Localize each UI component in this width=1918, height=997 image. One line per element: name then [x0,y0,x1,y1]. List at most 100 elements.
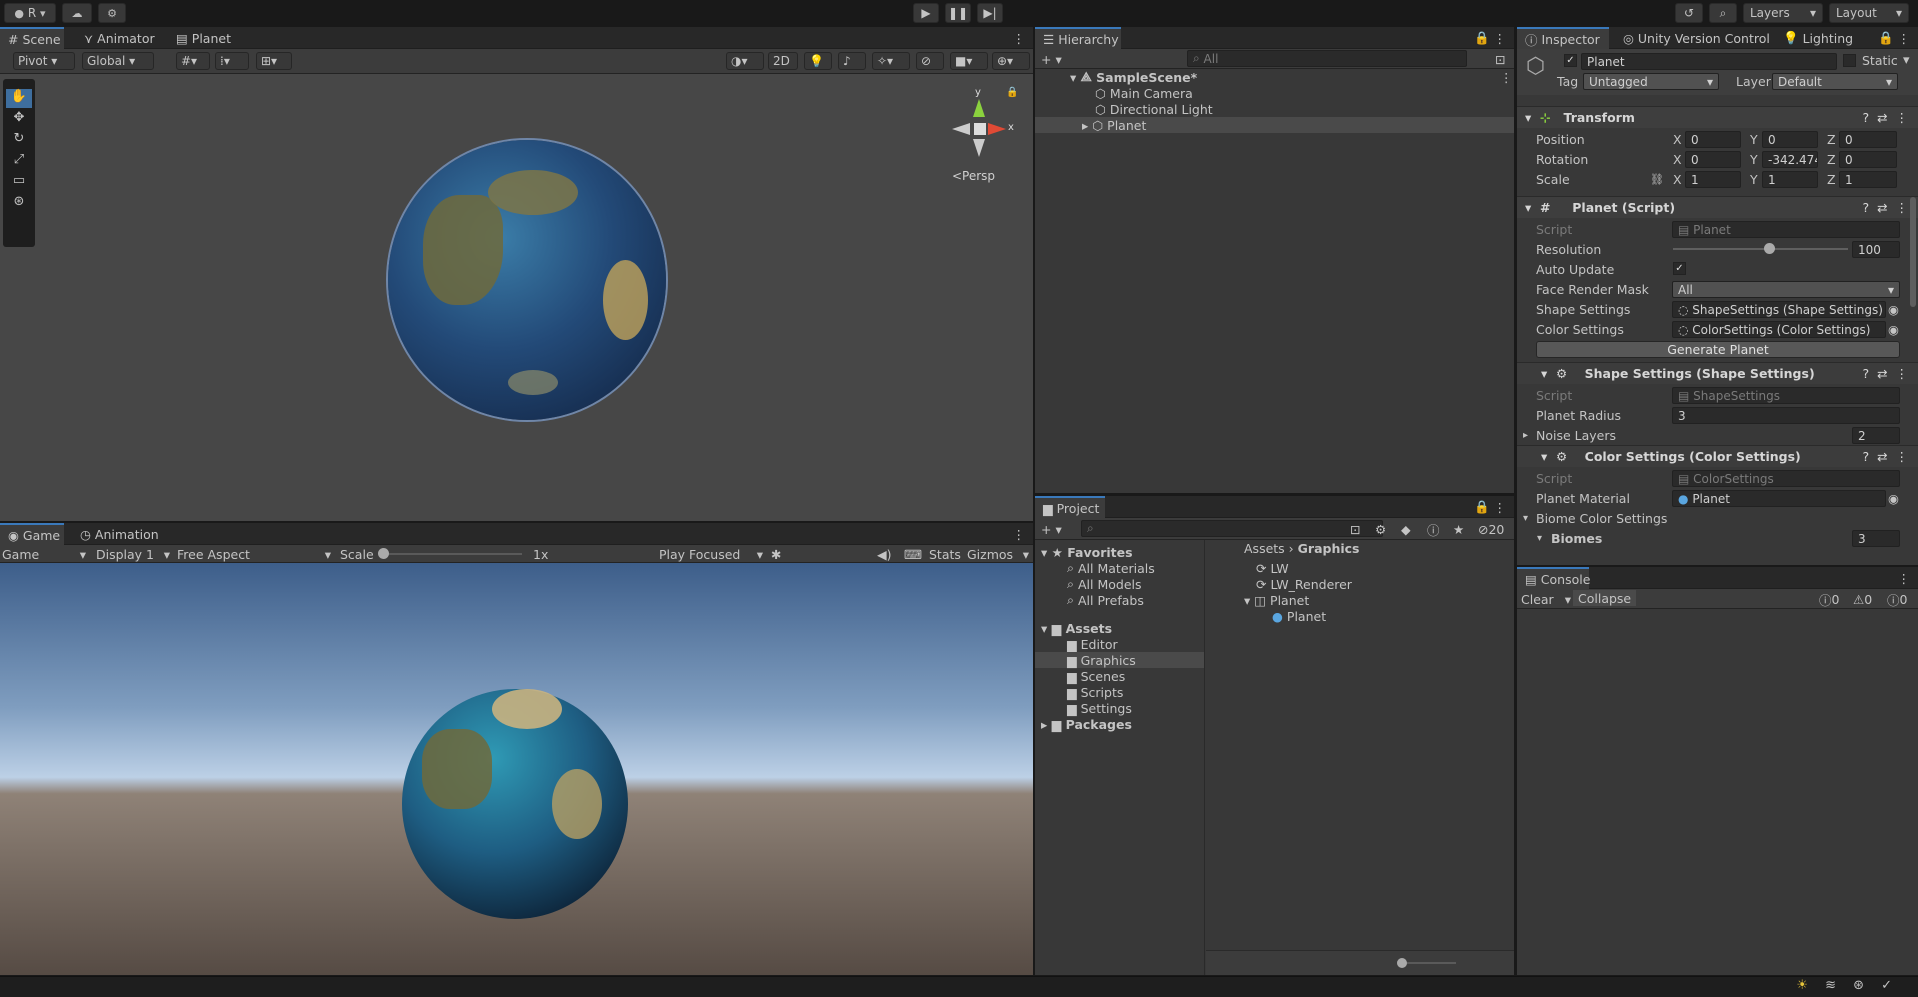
resolution-input[interactable]: 100 [1852,241,1900,258]
rect-tool-icon[interactable]: ▭ [6,173,32,192]
effects-toggle[interactable]: ✧▾ [872,52,910,70]
label-icon[interactable]: ◆ [1401,521,1411,537]
transform-header[interactable]: ▾ ⊹ Transform ? ⇄ ⋮ [1517,106,1918,128]
gizmos-dropdown[interactable]: Gizmos ▾ [967,546,1029,562]
pause-button[interactable]: ❚❚ [945,3,971,23]
inspector-menu-icon[interactable]: ⋮ [1890,27,1918,49]
biomes-count[interactable]: 3 [1852,530,1900,547]
play-focused-dropdown[interactable]: Play Focused ▾ [659,546,763,562]
hidden-packages-toggle[interactable]: ⊘ 20 [1478,521,1504,537]
position-y-input[interactable]: 0 [1762,131,1818,148]
move-tool-icon[interactable]: ✥ [6,110,32,129]
object-picker-icon[interactable]: ◉ [1888,322,1899,337]
cache-server-icon[interactable]: ≋ [1825,978,1836,993]
shape-settings-field[interactable]: ◌ ShapeSettings (Shape Settings) [1672,301,1886,318]
hand-tool-icon[interactable]: ✋ [6,89,32,108]
shape-settings-header[interactable]: ▾ ⚙ Shape Settings (Shape Settings) ? ⇄ … [1517,362,1918,384]
folder-editor[interactable]: ▆ Editor [1067,636,1118,652]
display-dropdown[interactable]: Display 1 ▾ [96,546,170,562]
rotation-x-input[interactable]: 0 [1685,151,1741,168]
tab-game[interactable]: ◉ Game [0,523,64,545]
script-field[interactable]: ▤ Planet [1672,221,1900,238]
biome-color-settings-row[interactable]: ▾ Biome Color Settings [1517,508,1918,528]
info-icon[interactable]: ⓘ [1427,521,1440,538]
position-z-input[interactable]: 0 [1839,131,1897,148]
tab-planet[interactable]: ▤ Planet [168,27,239,49]
component-menu-icon[interactable]: ? ⇄ ⋮ [1862,366,1908,381]
layers-dropdown[interactable]: Layers ▾ [1743,3,1823,23]
aspect-dropdown[interactable]: Free Aspect ▾ [177,546,331,562]
create-asset-button[interactable]: + ▾ [1041,521,1062,537]
draw-mode-button[interactable]: ◑▾ [726,52,764,70]
bug-icon[interactable]: ✱ [771,546,781,562]
scale-x-input[interactable]: 1 [1685,171,1741,188]
game-view-dropdown[interactable]: Game ▾ [2,546,86,562]
folder-scripts[interactable]: ▆ Scripts [1067,684,1123,700]
file-lw-renderer[interactable]: ⟳ LW_Renderer [1256,576,1352,592]
align-button[interactable]: ⊞▾ [256,52,292,70]
status-check-icon[interactable]: ✓ [1881,978,1892,993]
resolution-slider[interactable] [1673,243,1848,254]
scale-y-input[interactable]: 1 [1762,171,1818,188]
active-checkbox[interactable]: ✓ [1564,54,1577,67]
account-dropdown[interactable]: ● R ▾ [4,3,56,23]
error-filter[interactable]: ⓘ 0 [1887,591,1907,608]
hierarchy-search-input[interactable]: ⌕ All [1187,50,1467,67]
scene-menu-icon[interactable]: ⋮ [1005,27,1034,49]
noise-layers-count[interactable]: 2 [1852,427,1900,444]
component-menu-icon[interactable]: ? ⇄ ⋮ [1862,449,1908,464]
snap-increment-button[interactable]: ⁞▾ [215,52,249,70]
rotation-y-input[interactable]: -342.474 [1762,151,1818,168]
tab-hierarchy[interactable]: ☰ Hierarchy [1035,27,1121,49]
tab-animation[interactable]: ◷ Animation [72,523,167,545]
camera-toggle[interactable]: ■▾ [950,52,988,70]
layer-dropdown[interactable]: Default ▾ [1772,73,1898,90]
folder-graphics[interactable]: ▆ Graphics [1035,652,1204,668]
fav-all-models[interactable]: ⌕ All Models [1067,576,1142,592]
visibility-toggle[interactable]: ⊘ [916,52,944,70]
audio-toggle[interactable]: ♪ [838,52,866,70]
cloud-button[interactable]: ☁ [62,3,92,23]
project-menu-icon[interactable]: ⋮ [1486,496,1515,518]
transform-tool-icon[interactable]: ⊛ [6,194,32,213]
scale-slider[interactable] [378,548,522,559]
folder-settings[interactable]: ▆ Settings [1067,700,1132,716]
x-axis-cone[interactable] [988,123,1006,135]
folder-scenes[interactable]: ▆ Scenes [1067,668,1125,684]
scale-tool-icon[interactable]: ⤢ [6,152,32,171]
debug-mode-icon[interactable]: ⊛ [1853,978,1864,993]
object-picker-icon[interactable]: ◉ [1888,302,1899,317]
y-axis-cone[interactable] [973,99,985,117]
gizmos-toggle[interactable]: ⊕▾ [992,52,1030,70]
star-icon[interactable]: ★ [1453,521,1464,537]
color-settings-field[interactable]: ◌ ColorSettings (Color Settings) [1672,321,1886,338]
planet-script-header[interactable]: ▾ # Planet (Script) ? ⇄ ⋮ [1517,196,1918,218]
gizmo-center-cube[interactable] [974,123,986,135]
favorites-item[interactable]: ▾ ★ Favorites [1041,544,1133,560]
scene-root-item[interactable]: ▾ ⟁ SampleScene* [1070,69,1197,85]
tab-animator[interactable]: ⋎ Animator [76,27,163,49]
lighting-toggle[interactable]: 💡 [804,52,832,70]
planet-material-field[interactable]: ● Planet [1672,490,1886,507]
component-menu-icon[interactable]: ? ⇄ ⋮ [1862,110,1908,125]
biomes-row[interactable]: ▾ Biomes 3 [1517,528,1918,548]
tab-version-control[interactable]: ◎ Unity Version Control [1615,27,1778,49]
object-name-input[interactable]: Planet [1581,53,1837,70]
collab-button[interactable]: ⚙ [98,3,126,23]
game-menu-icon[interactable]: ⋮ [1005,523,1034,545]
auto-generate-lighting-icon[interactable]: ☀ [1796,978,1808,993]
hierarchy-menu-icon[interactable]: ⋮ [1486,27,1515,49]
scene-menu-icon[interactable]: ⋮ [1500,69,1513,85]
color-script-field[interactable]: ▤ ColorSettings [1672,470,1900,487]
mode-2d-button[interactable]: 2D [768,52,798,70]
file-lw[interactable]: ⟳ LW [1256,560,1289,576]
component-menu-icon[interactable]: ? ⇄ ⋮ [1862,200,1908,215]
filter-type-icon[interactable]: ⚙ [1375,521,1386,537]
view-gizmo[interactable]: y x <Persp [940,87,1014,187]
hierarchy-item-planet[interactable]: ▸ ⬡ Planet [1035,117,1514,133]
collapse-button[interactable]: Collapse [1573,590,1637,606]
tag-dropdown[interactable]: Untagged ▾ [1583,73,1719,90]
tab-project[interactable]: ▆ Project [1035,496,1105,518]
scale-z-input[interactable]: 1 [1839,171,1897,188]
link-icon[interactable]: ⛓ [1650,173,1664,186]
